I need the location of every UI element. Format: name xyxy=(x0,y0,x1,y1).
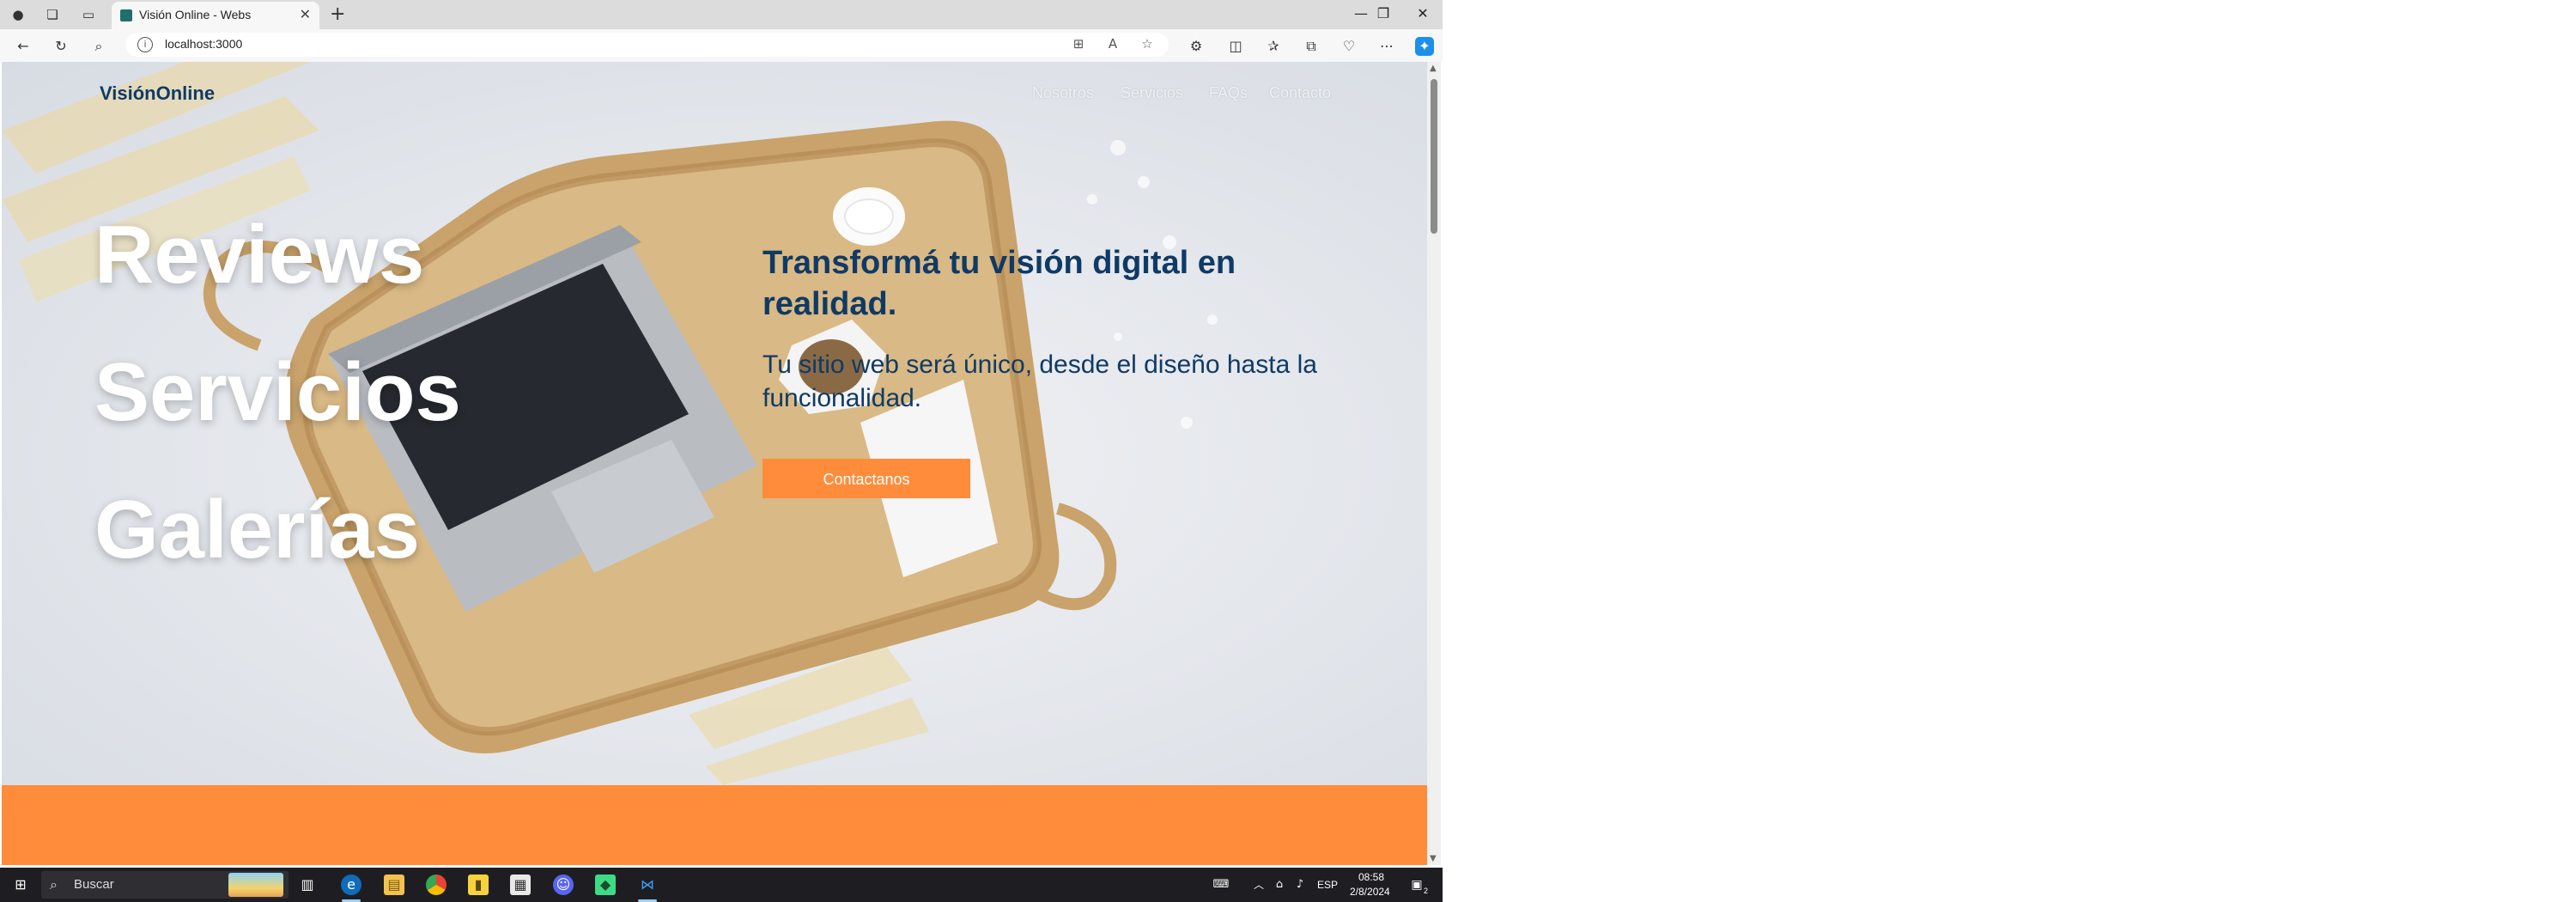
tab-close-button[interactable]: ✕ xyxy=(300,6,311,22)
sticky-notes-icon[interactable]: ▮ xyxy=(468,875,489,895)
taskbar-search-box[interactable]: ⌕ Buscar xyxy=(41,871,289,899)
search-icon[interactable]: ⌕ xyxy=(89,37,108,56)
hero-subheadline: Tu sitio web será único, desde el diseño… xyxy=(762,350,1317,412)
apps-icon[interactable]: ⊞ xyxy=(1069,36,1088,52)
address-bar[interactable]: i localhost:3000 ⊞ A ☆ xyxy=(125,33,1169,57)
nav-link-nosotros[interactable]: Nosotros xyxy=(1032,84,1094,102)
clock-time[interactable]: 08:58 xyxy=(1358,871,1384,883)
browser-tabstrip: ● ❏ ▭ Visión Online - Webs ✕ + — ❐ ✕ xyxy=(0,0,1443,29)
clock-date[interactable]: 2/8/2024 xyxy=(1350,886,1390,898)
network-icon[interactable]: ⌂ xyxy=(1269,875,1290,895)
nav-link-contacto[interactable]: Contacto xyxy=(1269,84,1331,102)
hero-word-servicios: Servicios xyxy=(94,346,461,438)
hero-section: VisiónOnline Nosotros Servicios FAQs Con… xyxy=(2,62,1427,785)
page-scrollbar[interactable]: ▲ ▼ xyxy=(1427,62,1441,865)
search-highlight-image xyxy=(228,873,283,897)
read-aloud-icon[interactable]: A xyxy=(1103,36,1122,52)
url-text[interactable]: localhost:3000 xyxy=(165,37,242,51)
search-icon: ⌕ xyxy=(50,876,58,893)
scroll-down-icon[interactable]: ▼ xyxy=(1430,854,1437,863)
show-hidden-icons-icon[interactable]: ︿ xyxy=(1249,875,1269,895)
chrome-icon[interactable] xyxy=(426,875,447,895)
hero-headline: Transformá tu visión digital en realidad… xyxy=(762,245,1236,322)
language-indicator[interactable]: ESP xyxy=(1317,879,1338,891)
task-view-icon[interactable]: ▥ xyxy=(297,875,318,895)
more-icon[interactable]: ⋯ xyxy=(1377,37,1396,56)
orange-section-band xyxy=(2,785,1427,865)
collections-icon[interactable]: ⧉ xyxy=(1302,37,1321,56)
profile-icon[interactable]: ● xyxy=(9,5,27,24)
keyboard-icon[interactable]: ⌨ xyxy=(1211,875,1231,895)
edge-icon[interactable]: e xyxy=(341,875,361,895)
empty-canvas-area xyxy=(1443,0,2576,902)
favorites-icon[interactable]: ✰ xyxy=(1264,37,1283,56)
restore-button[interactable]: ❐ xyxy=(1370,5,1396,21)
notification-count-badge: 2 xyxy=(1424,887,1429,895)
taskbar-search-placeholder: Buscar xyxy=(74,877,114,892)
file-explorer-icon[interactable]: ▤ xyxy=(384,875,404,895)
active-tab[interactable]: Visión Online - Webs ✕ xyxy=(112,2,319,29)
windows-start-icon[interactable]: ⊞ xyxy=(10,875,31,895)
nav-link-servicios[interactable]: Servicios xyxy=(1121,84,1183,102)
windows-taskbar: ⊞ ⌕ Buscar ▥ e ▤ ▮ ▦ ☺ ◆ ⋈ ⌨ ︿ ⌂ ♪ ESP 0… xyxy=(0,868,1443,902)
refresh-icon[interactable]: ↻ xyxy=(52,37,70,56)
new-tab-button[interactable]: + xyxy=(330,3,345,25)
vscode-icon[interactable]: ⋈ xyxy=(637,875,658,895)
workspaces-icon[interactable]: ❏ xyxy=(43,5,62,24)
tab-title: Visión Online - Webs xyxy=(139,8,252,21)
hero-word-galerias: Galerías xyxy=(94,484,420,576)
site-brand-logo[interactable]: VisiónOnline xyxy=(100,82,215,105)
split-screen-icon[interactable]: ◫ xyxy=(1226,37,1245,56)
calendar-icon[interactable]: ▦ xyxy=(510,875,531,895)
hero-word-reviews: Reviews xyxy=(94,209,425,301)
android-icon[interactable]: ◆ xyxy=(595,875,616,895)
extensions-icon[interactable]: ⚙ xyxy=(1187,37,1206,56)
favorite-icon[interactable]: ☆ xyxy=(1138,36,1157,52)
discord-icon[interactable]: ☺ xyxy=(553,875,574,895)
scroll-thumb[interactable] xyxy=(1431,79,1437,234)
close-window-button[interactable]: ✕ xyxy=(1410,5,1436,21)
browser-essentials-icon[interactable]: ♡ xyxy=(1340,37,1358,56)
page-viewport: VisiónOnline Nosotros Servicios FAQs Con… xyxy=(2,62,1427,865)
screen: ● ❏ ▭ Visión Online - Webs ✕ + — ❐ ✕ ← ↻… xyxy=(0,0,1443,902)
scroll-up-icon[interactable]: ▲ xyxy=(1430,64,1437,73)
site-favicon-icon xyxy=(120,9,132,21)
contact-cta-button[interactable]: Contactanos xyxy=(762,459,970,498)
copilot-icon[interactable]: ✦ xyxy=(1415,37,1434,56)
info-icon[interactable]: i xyxy=(137,37,153,52)
volume-icon[interactable]: ♪ xyxy=(1290,875,1310,895)
nav-link-faqs[interactable]: FAQs xyxy=(1209,84,1248,102)
browser-toolbar: ← ↻ ⌕ i localhost:3000 ⊞ A ☆ ⚙ ◫ ✰ ⧉ ♡ ⋯… xyxy=(0,29,1443,62)
back-icon[interactable]: ← xyxy=(14,37,33,56)
tab-actions-icon[interactable]: ▭ xyxy=(79,5,98,24)
